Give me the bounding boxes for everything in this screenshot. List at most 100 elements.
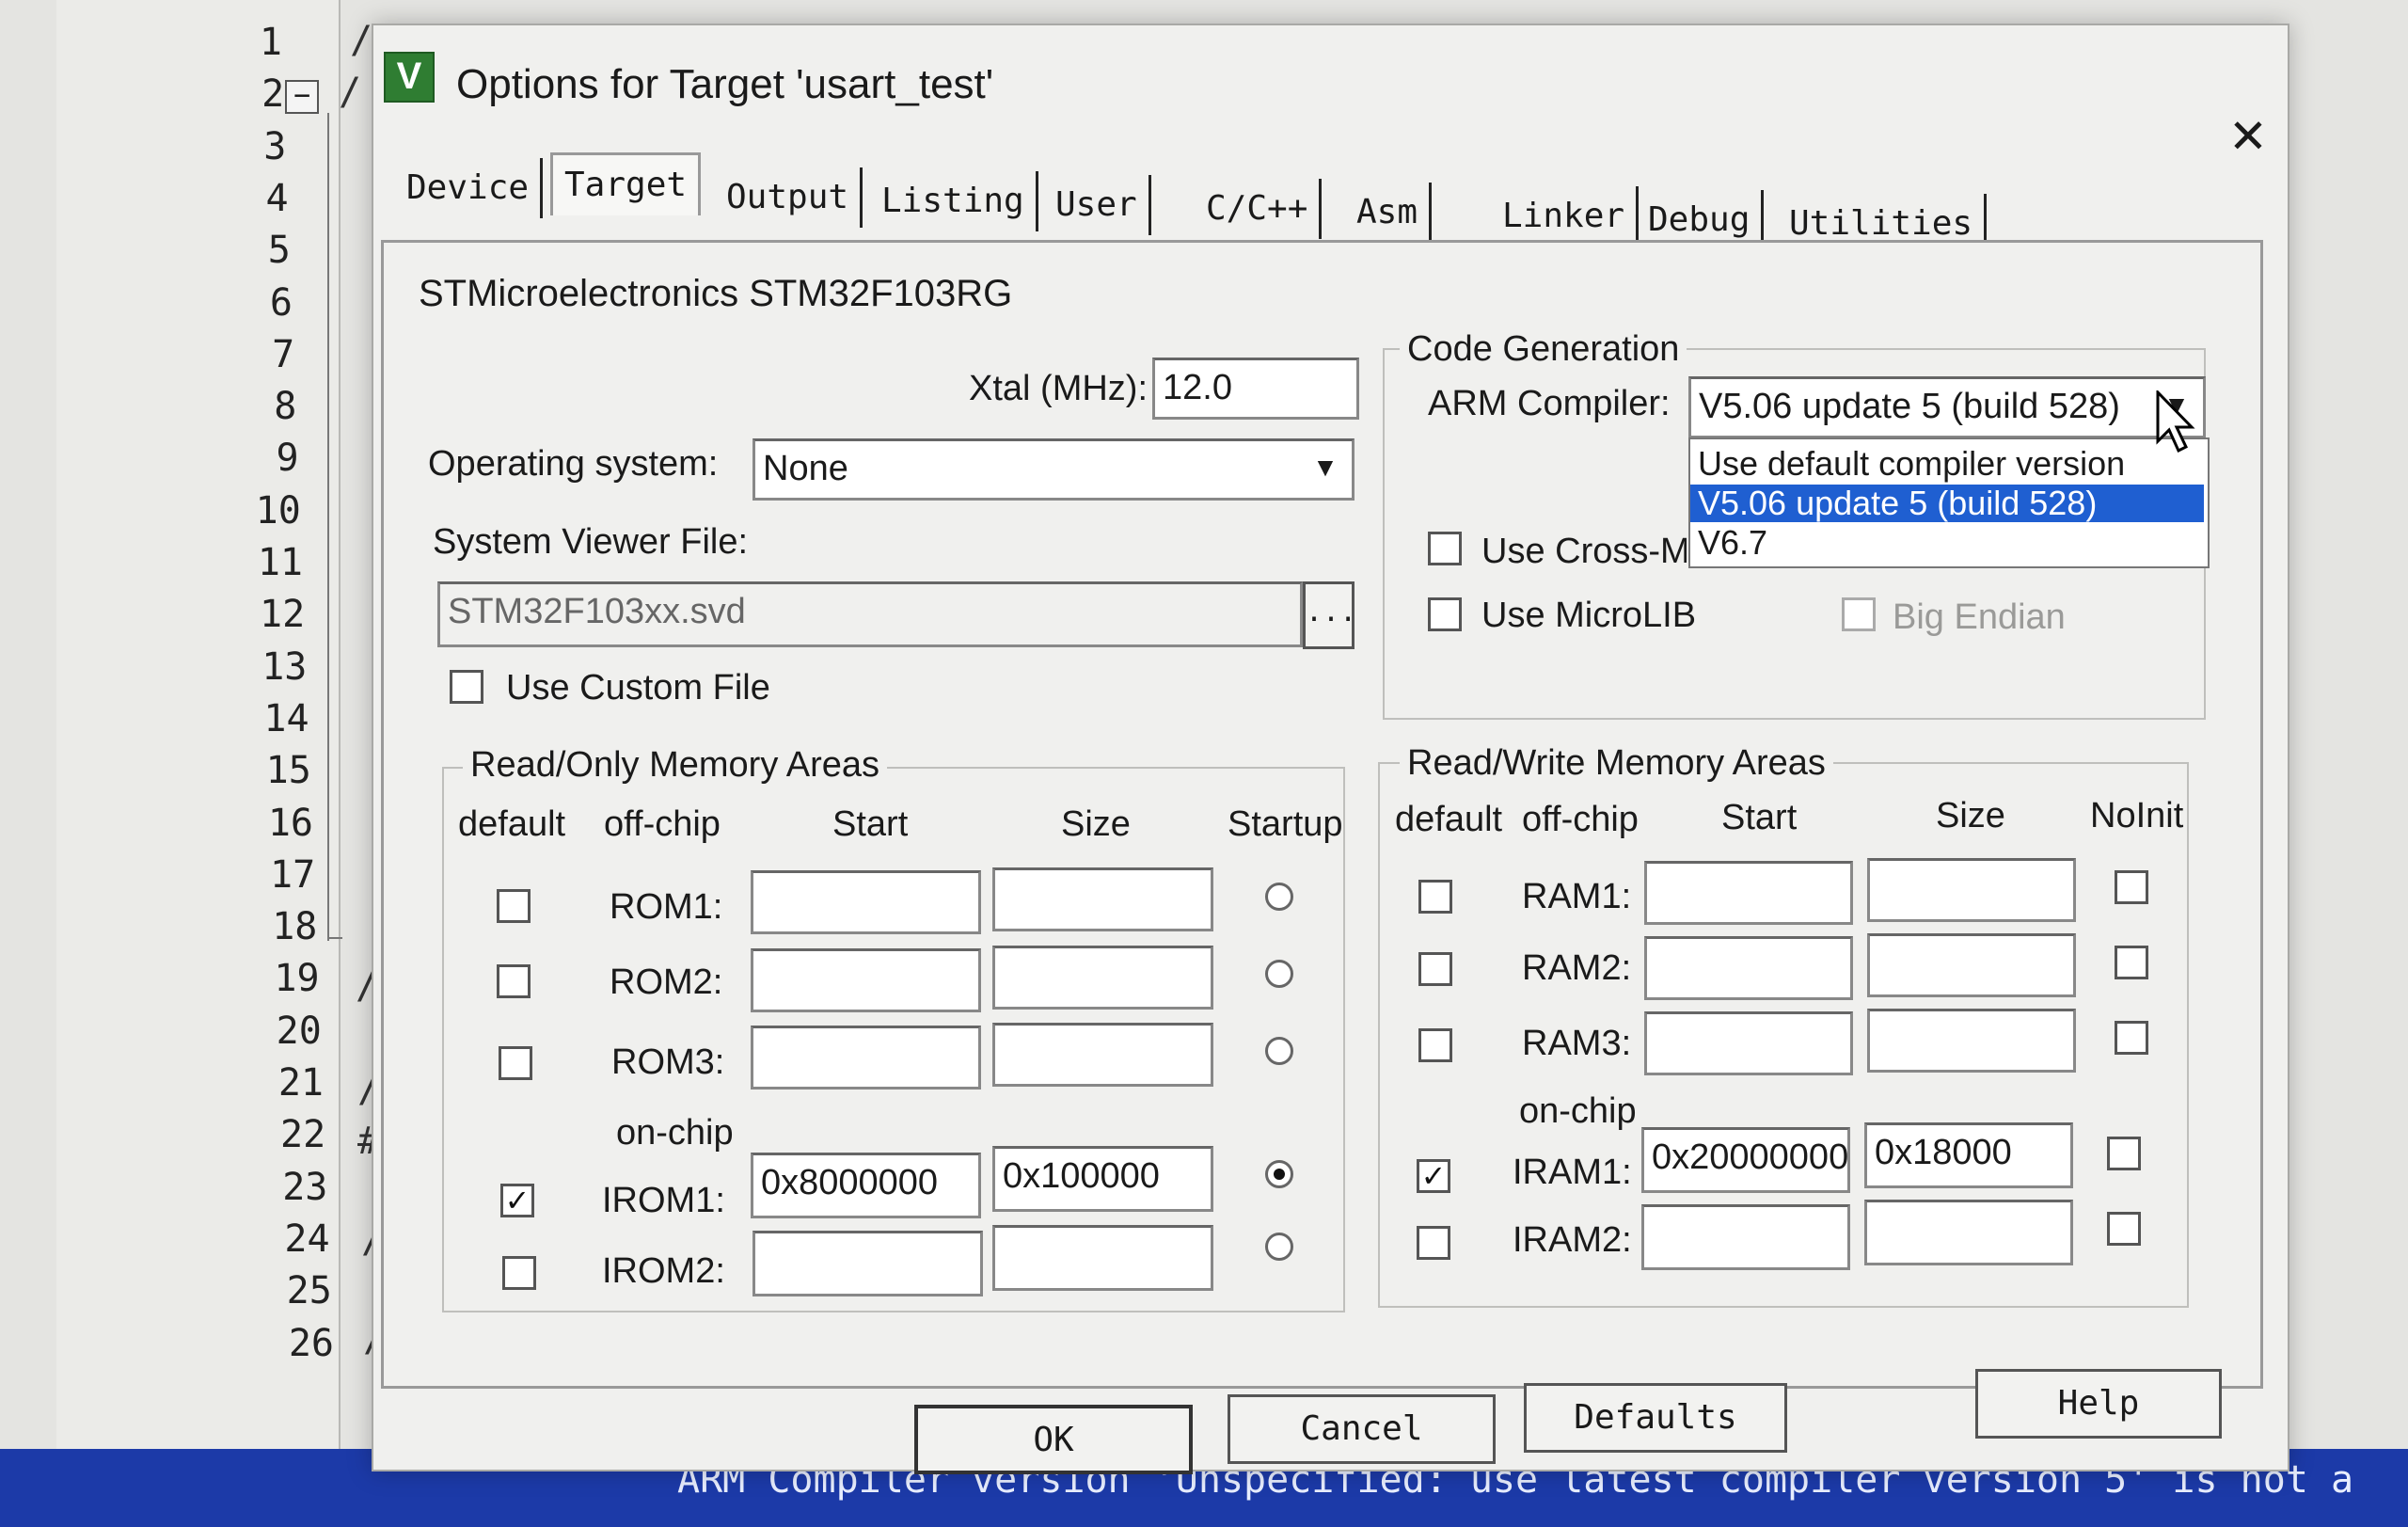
ram2-label: RAM2:	[1522, 948, 1632, 988]
os-label: Operating system:	[428, 444, 719, 484]
svd-file-field[interactable]: STM32F103xx.svd	[437, 581, 1303, 647]
ram1-label: RAM1:	[1522, 877, 1632, 916]
svd-browse-button[interactable]: ...	[1303, 581, 1356, 649]
line-number: 7	[272, 332, 295, 376]
chevron-down-icon: ▼	[1312, 453, 1339, 482]
fold-toggle-icon[interactable]: −	[285, 80, 319, 114]
rom1-startup-radio[interactable]	[1265, 883, 1293, 911]
ram1-start-input[interactable]	[1644, 861, 1853, 925]
ram2-default-checkbox[interactable]	[1418, 952, 1452, 986]
irom1-label: IROM1:	[602, 1181, 725, 1220]
line-number: 12	[260, 593, 306, 637]
ram1-noinit-checkbox[interactable]	[2115, 870, 2148, 904]
rom3-default-checkbox[interactable]	[499, 1046, 532, 1080]
ram2-start-input[interactable]	[1644, 936, 1853, 1000]
ram1-size-input[interactable]	[1867, 858, 2076, 922]
line-number: 23	[282, 1165, 328, 1209]
rom2-default-checkbox[interactable]	[497, 964, 531, 998]
rom1-default-checkbox[interactable]	[497, 889, 531, 923]
tab-asm[interactable]: Asm	[1345, 183, 1433, 243]
iram2-default-checkbox[interactable]	[1417, 1226, 1450, 1260]
code-generation-title: Code Generation	[1400, 329, 1687, 370]
use-microlib-checkbox[interactable]	[1428, 597, 1462, 631]
svd-label: System Viewer File:	[433, 522, 749, 562]
rom-areas-title: Read/Only Memory Areas	[463, 745, 888, 786]
iram2-noinit-checkbox[interactable]	[2107, 1212, 2141, 1246]
rom-header-offchip: off-chip	[604, 804, 721, 844]
defaults-button[interactable]: Defaults	[1524, 1383, 1787, 1453]
use-cross-module-checkbox[interactable]	[1428, 532, 1462, 565]
dropdown-option-default[interactable]: Use default compiler version	[1690, 445, 2204, 483]
line-number: 2	[261, 72, 285, 117]
use-custom-file-checkbox[interactable]	[450, 670, 483, 704]
rom1-size-input[interactable]	[992, 867, 1213, 931]
line-number: 18	[272, 905, 318, 949]
line-number: 26	[288, 1321, 334, 1365]
rom-header-startup: Startup	[1228, 804, 1343, 844]
irom1-start-input[interactable]: 0x8000000	[751, 1153, 981, 1218]
line-number: 17	[270, 852, 316, 897]
irom2-size-input[interactable]	[992, 1225, 1213, 1291]
ram1-default-checkbox[interactable]	[1418, 880, 1452, 914]
rom2-start-input[interactable]	[751, 948, 981, 1012]
irom2-start-input[interactable]	[752, 1231, 983, 1296]
ram2-noinit-checkbox[interactable]	[2115, 946, 2148, 979]
tab-listing[interactable]: Listing	[870, 171, 1038, 231]
tab-c-cpp[interactable]: C/C++	[1195, 179, 1323, 239]
tab-device[interactable]: Device	[395, 158, 544, 218]
dropdown-option-v5-06[interactable]: V5.06 update 5 (build 528)	[1690, 485, 2204, 522]
line-number: 6	[269, 280, 293, 325]
rom2-size-input[interactable]	[992, 946, 1213, 1010]
fold-line	[327, 113, 329, 941]
irom1-size-input[interactable]: 0x100000	[992, 1146, 1213, 1212]
iram1-start-input[interactable]: 0x20000000	[1641, 1127, 1850, 1193]
iram1-label: IRAM1:	[1513, 1153, 1632, 1192]
ram-areas-title: Read/Write Memory Areas	[1400, 743, 1833, 784]
rom-header-size: Size	[1061, 804, 1131, 844]
rom3-startup-radio[interactable]	[1265, 1037, 1293, 1065]
ram2-size-input[interactable]	[1867, 933, 2076, 997]
iram1-default-checkbox[interactable]: ✓	[1417, 1159, 1450, 1193]
rom3-start-input[interactable]	[751, 1026, 981, 1090]
use-cross-module-label: Use Cross-Module Optimization	[1481, 532, 1687, 571]
ram3-noinit-checkbox[interactable]	[2115, 1021, 2148, 1055]
arm-compiler-dropdown-list: Use default compiler version V5.06 updat…	[1688, 437, 2210, 568]
xtal-input[interactable]: 12.0	[1152, 358, 1359, 420]
gutter-mark: /	[339, 71, 362, 114]
tab-user[interactable]: User	[1044, 175, 1151, 235]
rom3-size-input[interactable]	[992, 1023, 1213, 1087]
rom1-label: ROM1:	[610, 887, 723, 927]
iram1-noinit-checkbox[interactable]	[2107, 1137, 2141, 1170]
iram2-size-input[interactable]	[1864, 1200, 2073, 1265]
rom2-startup-radio[interactable]	[1265, 960, 1293, 988]
rom3-label: ROM3:	[611, 1042, 725, 1082]
ram-onchip-label: on-chip	[1519, 1091, 1637, 1131]
ram3-start-input[interactable]	[1644, 1011, 1853, 1075]
rom1-start-input[interactable]	[751, 870, 981, 934]
cancel-button[interactable]: Cancel	[1228, 1394, 1496, 1464]
ram3-size-input[interactable]	[1867, 1009, 2076, 1073]
ok-button[interactable]: OK	[914, 1405, 1193, 1474]
close-icon[interactable]: ✕	[2220, 108, 2276, 165]
tab-output[interactable]: Output	[715, 167, 863, 228]
ram-header-start: Start	[1721, 798, 1798, 837]
tab-linker[interactable]: Linker	[1491, 186, 1640, 247]
irom1-default-checkbox[interactable]: ✓	[500, 1184, 534, 1217]
rom-header-start: Start	[832, 804, 909, 844]
os-select[interactable]: None ▼	[752, 438, 1354, 501]
ram3-default-checkbox[interactable]	[1418, 1028, 1452, 1062]
dropdown-option-v6-7[interactable]: V6.7	[1690, 524, 2204, 562]
irom1-startup-radio[interactable]	[1265, 1160, 1293, 1188]
line-number: 3	[263, 124, 287, 168]
arm-compiler-value: V5.06 update 5 (build 528)	[1699, 387, 2120, 426]
iram2-start-input[interactable]	[1641, 1204, 1850, 1270]
arm-compiler-select[interactable]: V5.06 update 5 (build 528) ▼	[1688, 376, 2206, 438]
line-number: 22	[280, 1113, 326, 1157]
irom2-startup-radio[interactable]	[1265, 1233, 1293, 1261]
iram1-size-input[interactable]: 0x18000	[1864, 1122, 2073, 1188]
tab-target[interactable]: Target	[550, 152, 702, 215]
big-endian-checkbox[interactable]	[1842, 597, 1876, 631]
help-button[interactable]: Help	[1975, 1369, 2222, 1439]
irom2-default-checkbox[interactable]	[502, 1256, 536, 1290]
rom2-label: ROM2:	[610, 962, 723, 1002]
